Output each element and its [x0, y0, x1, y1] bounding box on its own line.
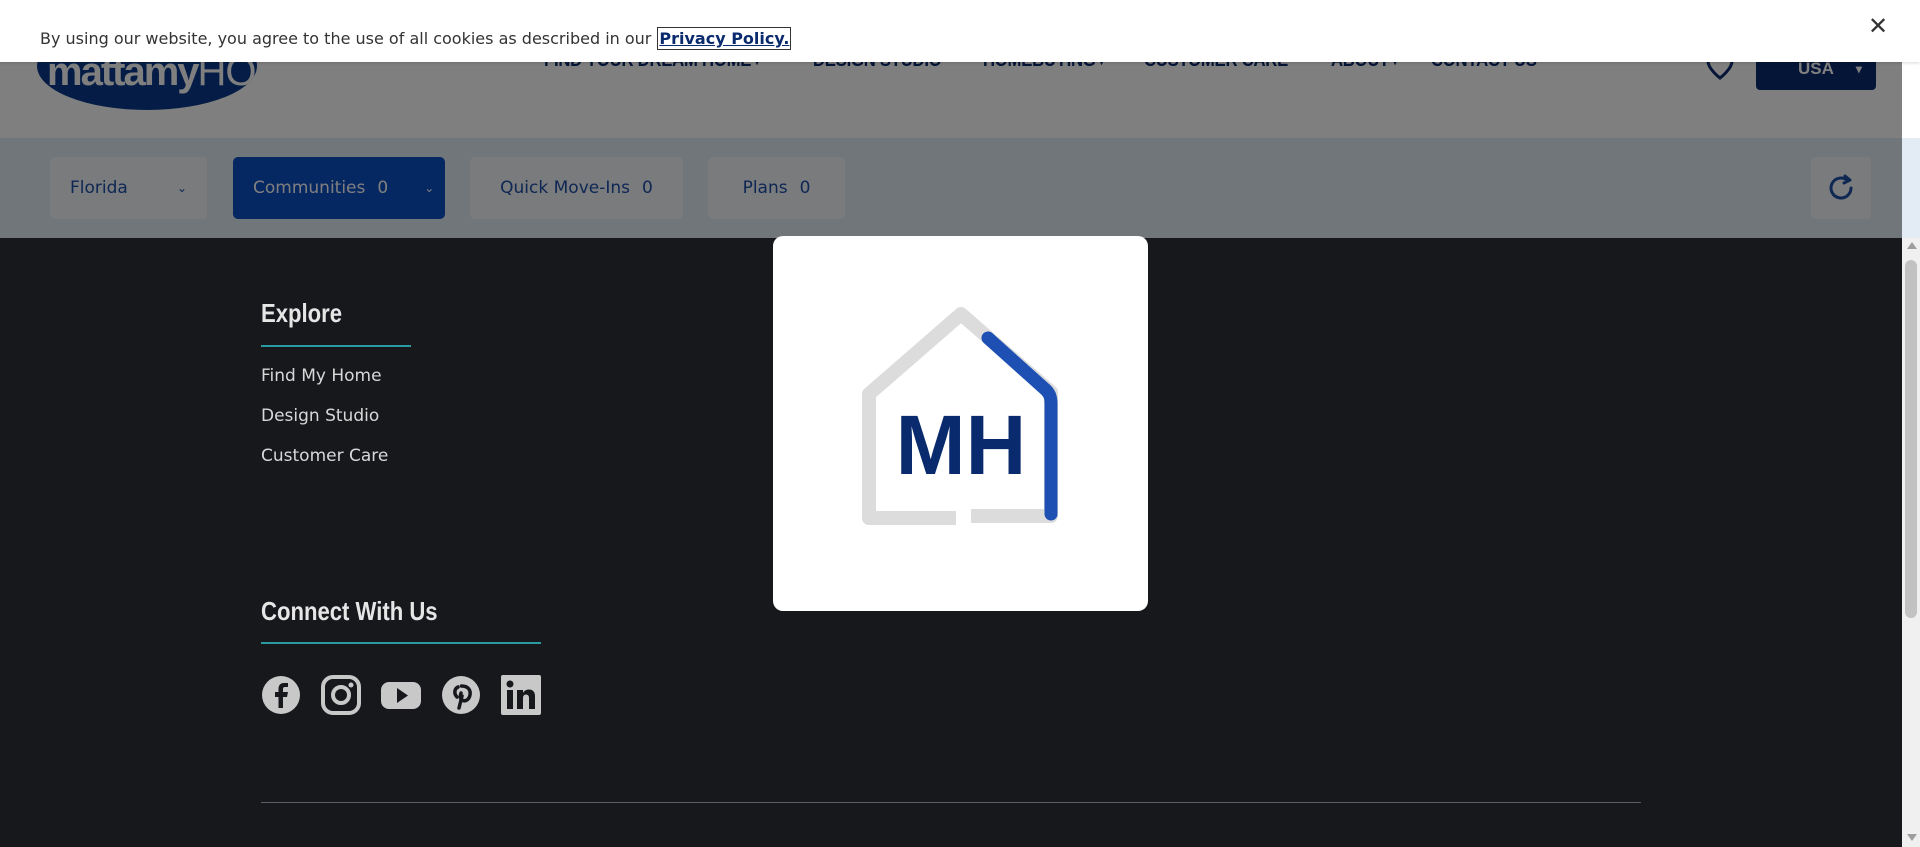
divider [261, 642, 541, 644]
footer-divider [261, 802, 1641, 803]
scrollbar[interactable] [1902, 238, 1920, 847]
explore-heading: Explore [261, 298, 343, 328]
youtube-icon[interactable] [381, 675, 421, 715]
mh-house-logo-icon: MH [861, 306, 1058, 525]
footer-link-customer-care[interactable]: Customer Care [261, 446, 388, 466]
close-icon[interactable]: ✕ [1868, 14, 1888, 38]
instagram-icon[interactable] [321, 675, 361, 715]
loader-monogram: MH [895, 398, 1026, 492]
pinterest-icon[interactable] [441, 675, 481, 715]
scroll-up-arrow-icon[interactable] [1907, 242, 1917, 249]
footer-link-find-my-home[interactable]: Find My Home [261, 366, 382, 386]
scroll-thumb[interactable] [1905, 260, 1917, 618]
cookie-text: By using our website, you agree to the u… [40, 27, 792, 50]
facebook-icon[interactable] [261, 675, 301, 715]
footer-link-design-studio[interactable]: Design Studio [261, 406, 379, 426]
cookie-message: By using our website, you agree to the u… [40, 29, 652, 48]
social-links [261, 675, 541, 715]
privacy-policy-link[interactable]: Privacy Policy. [657, 27, 792, 50]
linkedin-icon[interactable] [501, 675, 541, 715]
scroll-down-arrow-icon[interactable] [1907, 834, 1917, 841]
connect-heading: Connect With Us [261, 596, 438, 626]
loading-modal: MH [773, 236, 1148, 611]
cookie-banner: By using our website, you agree to the u… [0, 0, 1920, 62]
divider [261, 345, 411, 347]
